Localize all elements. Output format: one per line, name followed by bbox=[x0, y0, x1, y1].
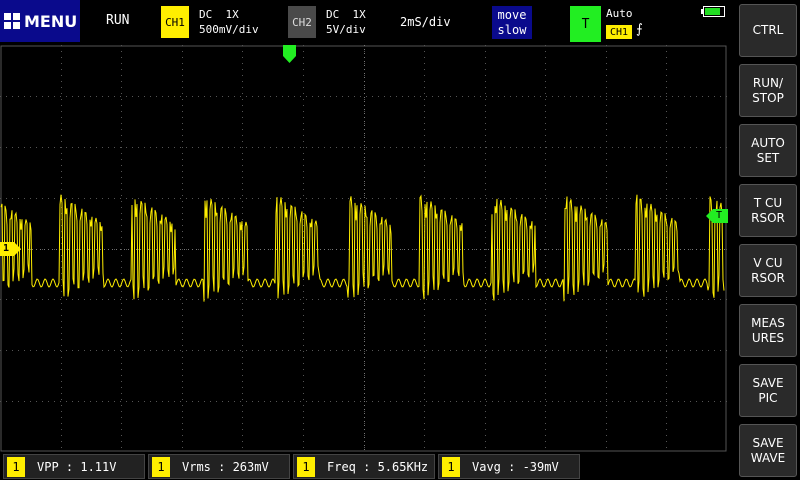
measurement-channel-tag: 1 bbox=[297, 456, 315, 477]
menu-label: MENU bbox=[24, 11, 78, 31]
time-cursor-button[interactable]: T CU RSOR bbox=[739, 184, 797, 237]
ch2-tag[interactable]: CH2 bbox=[288, 6, 316, 38]
measurement-freq[interactable]: 1 Freq : 5.65KHz bbox=[293, 454, 435, 479]
measurement-vrms[interactable]: 1 Vrms : 263mV bbox=[148, 454, 290, 479]
ch1-coupling: DC 1X bbox=[199, 8, 239, 21]
run-state-indicator[interactable]: RUN bbox=[106, 13, 129, 28]
trigger-rising-edge-icon: ⨍ bbox=[636, 22, 643, 37]
trigger-source[interactable]: CH1 bbox=[606, 25, 632, 39]
measurement-vpp[interactable]: 1 VPP : 1.11V bbox=[3, 454, 145, 479]
ch1-scale: 500mV/div bbox=[199, 23, 259, 36]
menu-button[interactable]: MENU bbox=[0, 0, 80, 42]
ch1-offset-marker[interactable]: 1 bbox=[0, 242, 22, 256]
measurement-channel-tag: 1 bbox=[7, 456, 25, 477]
trigger-level-label: T bbox=[716, 210, 723, 221]
move-speed-button[interactable]: move slow bbox=[492, 6, 532, 39]
trigger-tag[interactable]: T bbox=[570, 6, 601, 42]
measurement-channel-tag: 1 bbox=[152, 456, 170, 477]
measurement-channel-tag: 1 bbox=[442, 456, 460, 477]
measures-button[interactable]: MEAS URES bbox=[739, 304, 797, 357]
battery-fill bbox=[705, 8, 721, 15]
voltage-cursor-button[interactable]: V CU RSOR bbox=[739, 244, 797, 297]
side-button-panel: CTRL RUN/ STOP AUTO SET T CU RSOR V CU RSOR M… bbox=[735, 0, 800, 480]
ch1-tag[interactable]: CH1 bbox=[161, 6, 189, 38]
ch2-coupling: DC 1X bbox=[326, 8, 366, 21]
auto-set-button[interactable]: AUTO SET bbox=[739, 124, 797, 177]
save-wave-button[interactable]: SAVE WAVE bbox=[739, 424, 797, 477]
ch2-scale: 5V/div bbox=[326, 23, 366, 36]
timebase-setting[interactable]: 2mS/div bbox=[400, 15, 451, 29]
run-stop-button[interactable]: RUN/ STOP bbox=[739, 64, 797, 117]
move-label: move bbox=[497, 7, 527, 22]
waveform-grid bbox=[0, 45, 727, 452]
waveform-display[interactable]: 1 T bbox=[0, 45, 728, 452]
measurement-value: Freq : 5.65KHz bbox=[327, 459, 429, 474]
ctrl-button[interactable]: CTRL bbox=[739, 4, 797, 57]
ch1-settings[interactable]: DC 1X 500mV/div bbox=[199, 7, 259, 37]
measurement-value: Vavg : -39mV bbox=[472, 459, 559, 474]
measurement-value: Vrms : 263mV bbox=[182, 459, 269, 474]
battery-icon bbox=[701, 6, 725, 17]
trigger-level-marker[interactable]: T bbox=[706, 209, 728, 223]
trigger-mode[interactable]: Auto bbox=[606, 7, 633, 20]
move-speed-label: slow bbox=[497, 22, 527, 37]
ch2-settings[interactable]: DC 1X 5V/div bbox=[326, 7, 366, 37]
measurement-vavg[interactable]: 1 Vavg : -39mV bbox=[438, 454, 580, 479]
trigger-position-marker[interactable] bbox=[282, 45, 297, 64]
save-pic-button[interactable]: SAVE PIC bbox=[739, 364, 797, 417]
measurement-value: VPP : 1.11V bbox=[37, 459, 117, 474]
top-status-bar: MENU RUN CH1 DC 1X 500mV/div CH2 DC 1X 5V/… bbox=[0, 0, 735, 45]
menu-grid-icon bbox=[4, 13, 20, 29]
ch1-marker-label: 1 bbox=[3, 243, 10, 254]
measurement-bar: 1 VPP : 1.11V 1 Vrms : 263mV 1 Freq : 5.65KHz… bbox=[0, 452, 735, 480]
